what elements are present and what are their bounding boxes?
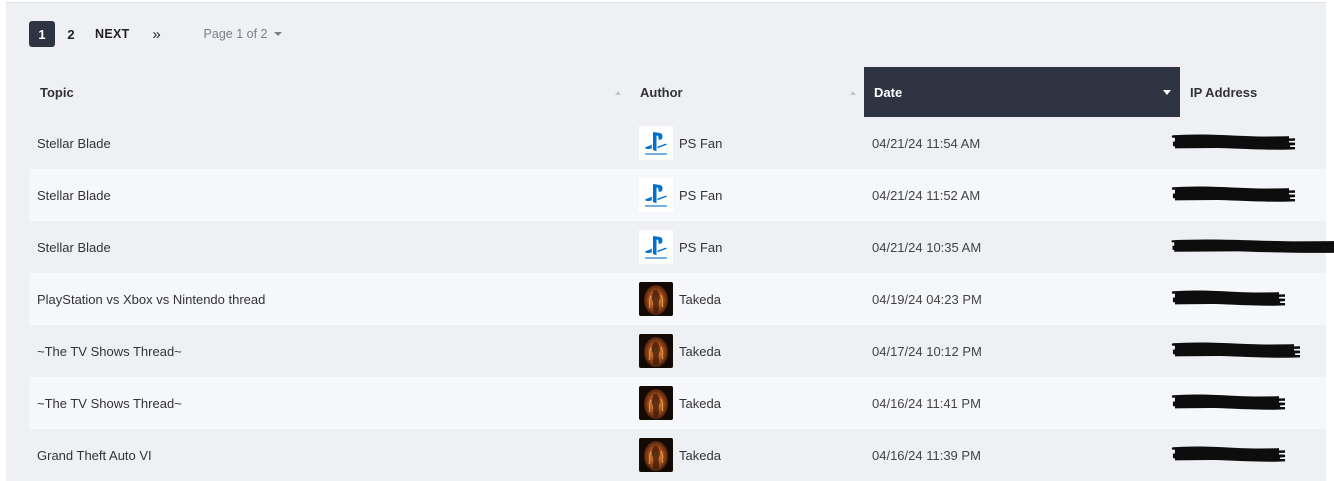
topic-link[interactable]: Stellar Blade <box>37 221 111 273</box>
next-page-button[interactable]: NEXT <box>95 21 130 47</box>
page-of-label: Page 1 of 2 <box>203 27 268 41</box>
author-cell: PS Fan <box>639 117 722 169</box>
author-cell: Takeda <box>639 273 721 325</box>
redaction-scribble-icon <box>1171 134 1296 150</box>
topics-table: Topic Author Date IP Address Stellar Bla… <box>29 67 1334 481</box>
column-header-label: Topic <box>40 84 74 100</box>
redacted-ip <box>1169 117 1334 169</box>
redacted-ip <box>1169 221 1334 273</box>
avatar[interactable] <box>639 386 673 420</box>
redaction-scribble-icon <box>1171 239 1334 253</box>
author-cell: Takeda <box>639 377 721 429</box>
avatar[interactable] <box>639 178 673 212</box>
table-row: Grand Theft Auto VI Takeda 04/16/24 11:3… <box>29 429 1326 481</box>
sort-desc-icon <box>1163 90 1171 95</box>
avatar[interactable] <box>639 230 673 264</box>
playstation-logo-icon <box>639 230 673 264</box>
post-date: 04/21/24 10:35 AM <box>872 239 982 255</box>
playstation-logo-icon <box>639 178 673 212</box>
redacted-ip <box>1169 325 1334 377</box>
author-cell: PS Fan <box>639 169 722 221</box>
post-date: 04/19/24 04:23 PM <box>872 291 982 307</box>
author-cell: Takeda <box>639 429 721 481</box>
fire-warrior-avatar-icon <box>639 386 673 420</box>
column-header-label: IP Address <box>1190 84 1258 100</box>
redacted-ip <box>1169 273 1334 325</box>
author-cell: Takeda <box>639 325 721 377</box>
redacted-ip <box>1169 429 1334 481</box>
topic-link[interactable]: ~The TV Shows Thread~ <box>37 377 182 429</box>
sort-asc-icon <box>615 91 621 95</box>
topics-panel: 1 2 NEXT » Page 1 of 2 Topic Author Date… <box>6 2 1334 481</box>
page-jump-dropdown[interactable]: Page 1 of 2 <box>204 27 282 41</box>
sort-asc-icon <box>850 91 856 95</box>
avatar[interactable] <box>639 126 673 160</box>
topic-link[interactable]: ~The TV Shows Thread~ <box>37 325 182 377</box>
column-header-date[interactable]: Date <box>864 67 1180 117</box>
table-row: ~The TV Shows Thread~ Takeda 04/16/24 11… <box>29 377 1326 429</box>
post-date: 04/21/24 11:52 AM <box>872 187 981 203</box>
author-name[interactable]: PS Fan <box>679 240 722 255</box>
topic-link[interactable]: PlayStation vs Xbox vs Nintendo thread <box>37 273 265 325</box>
avatar[interactable] <box>639 282 673 316</box>
avatar[interactable] <box>639 438 673 472</box>
page-2-button[interactable]: 2 <box>58 21 84 47</box>
pagination: 1 2 NEXT » Page 1 of 2 <box>29 21 282 47</box>
post-date: 04/21/24 11:54 AM <box>872 135 981 151</box>
table-row: ~The TV Shows Thread~ Takeda 04/17/24 10… <box>29 325 1326 377</box>
table-body: Stellar Blade PS Fan 04/21/24 11:54 AM S… <box>29 117 1334 481</box>
table-row: PlayStation vs Xbox vs Nintendo thread T… <box>29 273 1326 325</box>
topic-link[interactable]: Grand Theft Auto VI <box>37 429 152 481</box>
author-name[interactable]: Takeda <box>679 344 721 359</box>
redaction-scribble-icon <box>1171 290 1286 306</box>
table-row: Stellar Blade PS Fan 04/21/24 11:52 AM <box>29 169 1326 221</box>
post-date: 04/16/24 11:41 PM <box>872 395 981 411</box>
fire-warrior-avatar-icon <box>639 282 673 316</box>
author-name[interactable]: Takeda <box>679 292 721 307</box>
fire-warrior-avatar-icon <box>639 438 673 472</box>
column-header-label: Date <box>874 84 903 100</box>
redaction-scribble-icon <box>1171 394 1286 410</box>
author-name[interactable]: PS Fan <box>679 188 722 203</box>
column-header-label: Author <box>640 84 683 100</box>
redacted-ip <box>1169 377 1334 429</box>
table-row: Stellar Blade PS Fan 04/21/24 11:54 AM <box>29 117 1326 169</box>
author-name[interactable]: Takeda <box>679 448 721 463</box>
topic-link[interactable]: Stellar Blade <box>37 117 111 169</box>
topic-link[interactable]: Stellar Blade <box>37 169 111 221</box>
table-row: Stellar Blade PS Fan 04/21/24 10:35 AM <box>29 221 1334 273</box>
redaction-scribble-icon <box>1171 186 1296 202</box>
post-date: 04/17/24 10:12 PM <box>872 343 982 359</box>
fire-warrior-avatar-icon <box>639 334 673 368</box>
playstation-logo-icon <box>639 126 673 160</box>
avatar[interactable] <box>639 334 673 368</box>
last-page-button[interactable]: » <box>144 21 170 47</box>
redaction-scribble-icon <box>1171 446 1286 462</box>
column-header-ip[interactable]: IP Address <box>1180 67 1326 117</box>
redacted-ip <box>1169 169 1334 221</box>
author-cell: PS Fan <box>639 221 722 273</box>
table-header: Topic Author Date IP Address <box>29 67 1326 117</box>
post-date: 04/16/24 11:39 PM <box>872 447 981 463</box>
column-header-author[interactable]: Author <box>631 67 864 117</box>
page-1-button[interactable]: 1 <box>29 21 55 47</box>
redaction-scribble-icon <box>1171 342 1301 358</box>
caret-down-icon <box>273 32 282 36</box>
author-name[interactable]: PS Fan <box>679 136 722 151</box>
author-name[interactable]: Takeda <box>679 396 721 411</box>
column-header-topic[interactable]: Topic <box>29 67 629 117</box>
